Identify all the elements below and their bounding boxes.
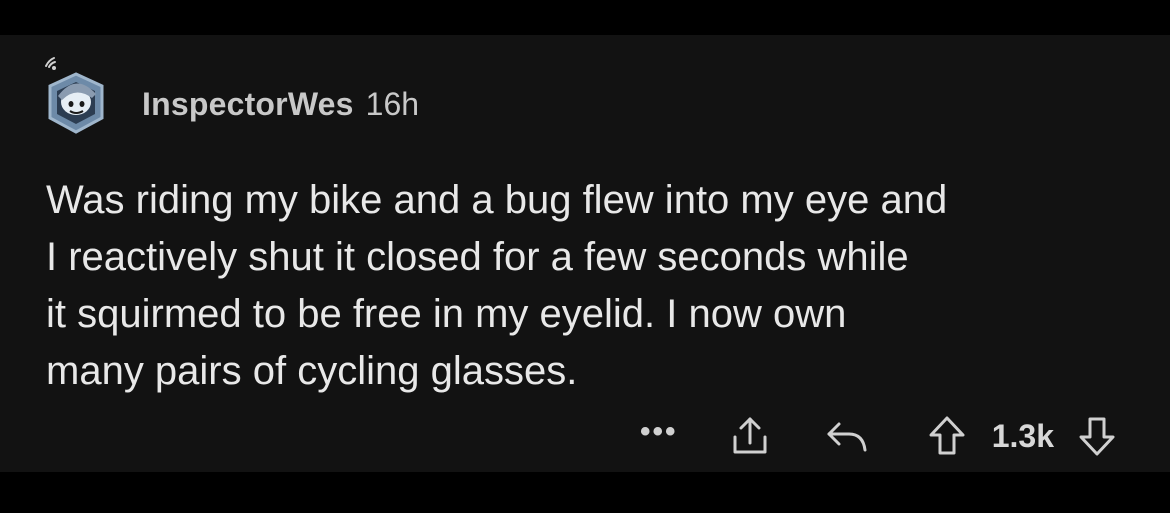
downvote-arrow-icon bbox=[1079, 417, 1115, 456]
username-link[interactable]: InspectorWes bbox=[142, 86, 354, 123]
more-options-icon: ••• bbox=[639, 415, 678, 448]
comment-body: Was riding my bike and a bug flew into m… bbox=[46, 178, 948, 393]
upvote-arrow-icon bbox=[929, 416, 965, 455]
share-button[interactable] bbox=[728, 415, 772, 457]
upvote-button[interactable] bbox=[926, 415, 968, 457]
reply-icon bbox=[827, 422, 867, 452]
comment-actions-bar: ••• 1.3k bbox=[636, 411, 1118, 461]
vote-score: 1.3k bbox=[991, 417, 1054, 454]
online-signal-icon bbox=[45, 57, 56, 70]
user-avatar[interactable] bbox=[40, 52, 126, 146]
downvote-button[interactable] bbox=[1076, 415, 1118, 457]
comment-timestamp: 16h bbox=[365, 85, 420, 122]
more-options-button[interactable]: ••• bbox=[636, 417, 682, 447]
comment-meta: InspectorWes 16h bbox=[142, 86, 419, 123]
reply-button[interactable] bbox=[824, 418, 870, 454]
comment-card: InspectorWes 16h Was riding my bike and … bbox=[0, 35, 1170, 472]
share-icon bbox=[733, 417, 767, 454]
comment-header: InspectorWes 16h bbox=[40, 43, 419, 155]
snoo-avatar-icon bbox=[45, 57, 104, 134]
